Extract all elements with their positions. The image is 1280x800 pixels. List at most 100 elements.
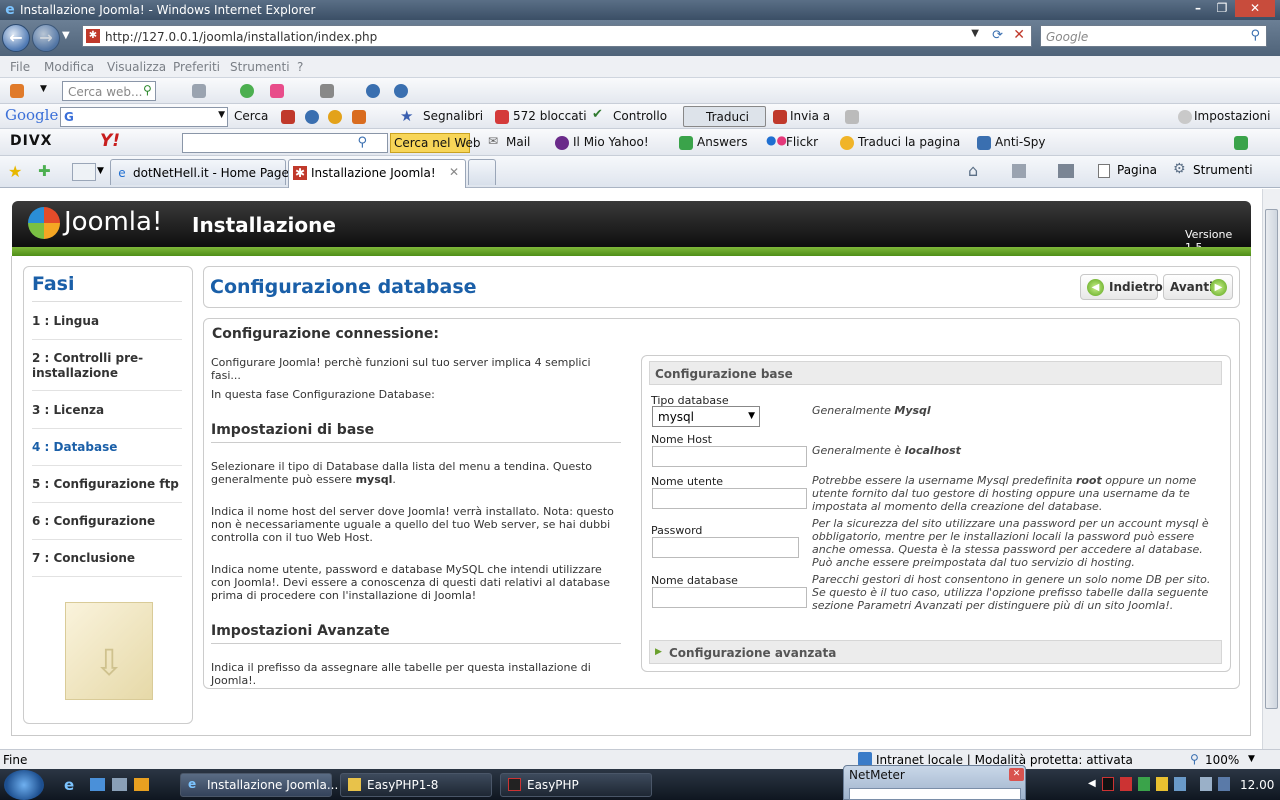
settings-icon[interactable] (1178, 110, 1192, 124)
media-player-icon[interactable] (134, 778, 149, 791)
db-type-select[interactable]: mysql ▼ (652, 406, 760, 427)
check-button[interactable]: Controllo (613, 109, 667, 123)
zoom-dropdown-icon[interactable]: ▼ (1248, 754, 1255, 764)
translate-page-icon[interactable] (840, 136, 854, 150)
forward-button[interactable]: → (32, 24, 60, 52)
tray-network-icon[interactable] (1174, 777, 1186, 791)
network-icon[interactable] (1218, 777, 1230, 791)
back-step-button[interactable]: ◀ Indietro (1080, 274, 1163, 300)
search-go-icon[interactable]: ⚲ (143, 83, 152, 97)
translate-page-button[interactable]: Traduci la pagina (858, 135, 960, 149)
dbname-input[interactable] (652, 587, 807, 608)
page-icon[interactable] (1098, 164, 1110, 178)
tray-3-icon[interactable] (1120, 777, 1132, 791)
refresh-icon[interactable]: ⟳ (992, 28, 1003, 43)
taskbar-item-easyphp-folder[interactable]: EasyPHP1-8 (340, 773, 492, 797)
gadget-icon[interactable] (352, 110, 366, 124)
username-input[interactable] (652, 488, 807, 509)
mail-icon[interactable]: ✉ (488, 134, 498, 148)
tools-menu-button[interactable]: Strumenti (1193, 163, 1253, 177)
answers-icon[interactable] (679, 136, 693, 150)
google-search-input[interactable]: G ▼ (60, 107, 228, 127)
switch-windows-icon[interactable] (112, 778, 127, 791)
minimize-button[interactable]: – (1185, 0, 1211, 17)
search-web-button[interactable]: Cerca nel Web (390, 133, 481, 153)
back-button[interactable]: ← (2, 24, 30, 52)
quick-tabs-icon[interactable] (72, 163, 96, 181)
tray-status-icon[interactable] (1156, 777, 1168, 791)
menu-help[interactable]: ? (297, 60, 303, 74)
favorites-star-icon[interactable]: ★ (8, 162, 22, 181)
news-icon[interactable] (281, 110, 295, 124)
next-step-button[interactable]: Avanti ▶ (1163, 274, 1233, 300)
web-search-placeholder[interactable]: Cerca web... (68, 85, 142, 99)
show-desktop-icon[interactable] (90, 778, 105, 791)
history-dropdown-icon[interactable]: ▼ (62, 30, 70, 41)
rss-icon[interactable] (320, 84, 334, 98)
gear-icon[interactable]: ⚙ (1173, 161, 1186, 177)
paperclip-icon[interactable] (845, 110, 859, 124)
zoom-level[interactable]: 100% (1205, 753, 1239, 767)
search-placeholder[interactable]: Google (1046, 30, 1088, 44)
close-tab-icon[interactable]: ✕ (449, 165, 459, 179)
globe-icon[interactable] (366, 84, 380, 98)
search-web-label[interactable]: Cerca nel Web (394, 136, 481, 150)
page-menu-button[interactable]: Pagina (1117, 163, 1157, 177)
tray-app-icon[interactable] (1102, 777, 1114, 791)
tab-dotnethell[interactable]: e dotNetHell.it - Home Page (110, 159, 289, 185)
taskbar-item-ie[interactable]: e Installazione Joomla... (180, 773, 338, 797)
translate-label[interactable]: Traduci (706, 110, 749, 124)
zoom-icon[interactable]: ⚲ (1190, 752, 1199, 766)
butterfly-icon[interactable] (270, 84, 284, 98)
search-icon[interactable]: ⚲ (357, 135, 367, 150)
popup-blocker-icon[interactable] (495, 110, 509, 124)
home-icon[interactable]: ⌂ (968, 161, 978, 180)
vertical-scrollbar[interactable] (1262, 189, 1280, 749)
maximize-button[interactable]: ❐ (1209, 0, 1235, 17)
google-logo[interactable]: Google (5, 106, 58, 124)
menu-view[interactable]: Visualizza (107, 60, 166, 74)
help-icon[interactable] (394, 84, 408, 98)
my-yahoo-button[interactable]: Il Mio Yahoo! (573, 135, 649, 149)
my-yahoo-icon[interactable] (555, 136, 569, 150)
address-url[interactable]: http://127.0.0.1/joomla/installation/ind… (105, 30, 377, 44)
clock[interactable]: 12.00 (1240, 778, 1274, 792)
tab-list-dropdown-icon[interactable]: ▼ (97, 166, 104, 176)
tray-arrows-icon[interactable] (1138, 777, 1150, 791)
menu-file[interactable]: File (10, 60, 30, 74)
search-icon[interactable]: ⚲ (1250, 28, 1260, 43)
star-icon[interactable]: ★ (400, 107, 413, 125)
answers-button[interactable]: Answers (697, 135, 747, 149)
flickr-button[interactable]: Flickr (786, 135, 818, 149)
spellcheck-icon[interactable]: ✔ (592, 107, 603, 122)
yahoo-search-input[interactable]: ⚲ (182, 133, 388, 153)
close-window-button[interactable]: ✕ (1235, 0, 1275, 17)
yahoo-logo[interactable]: Y! (100, 131, 120, 151)
mail-button[interactable]: Mail (506, 135, 530, 149)
blocked-popups-count[interactable]: 572 bloccati (513, 109, 587, 123)
dropdown-icon[interactable]: ▼ (40, 84, 47, 94)
start-button[interactable] (4, 770, 44, 800)
add-favorite-icon[interactable]: ✚ (38, 162, 51, 180)
advanced-config-header[interactable]: ▶ Configurazione avanzata (649, 640, 1222, 664)
toolbar-logo-icon[interactable] (10, 84, 24, 98)
add-icon[interactable] (240, 84, 254, 98)
toolbar-options-icon[interactable] (1234, 136, 1248, 150)
host-input[interactable] (652, 446, 807, 467)
new-tab-button[interactable] (468, 159, 496, 185)
shield-icon[interactable] (977, 136, 991, 150)
earth-icon[interactable] (305, 110, 319, 124)
anti-spy-button[interactable]: Anti-Spy (995, 135, 1046, 149)
flickr-icon[interactable]: ●● (766, 133, 787, 147)
menu-edit[interactable]: Modifica (44, 60, 94, 74)
tab-joomla-installation[interactable]: ✱ Installazione Joomla! ✕ (288, 159, 466, 188)
page-icon[interactable] (192, 84, 206, 98)
divx-logo[interactable]: DIVX (10, 133, 52, 149)
picasa-icon[interactable] (328, 110, 342, 124)
settings-button[interactable]: Impostazioni (1194, 109, 1270, 123)
taskbar-item-easyphp[interactable]: EasyPHP (500, 773, 652, 797)
dropdown-icon[interactable]: ▼ (218, 110, 225, 120)
address-bar[interactable]: ✱ http://127.0.0.1/joomla/installation/i… (82, 25, 1032, 47)
netmeter-close-icon[interactable]: ✕ (1009, 768, 1024, 781)
scrollbar-thumb[interactable] (1265, 209, 1278, 709)
